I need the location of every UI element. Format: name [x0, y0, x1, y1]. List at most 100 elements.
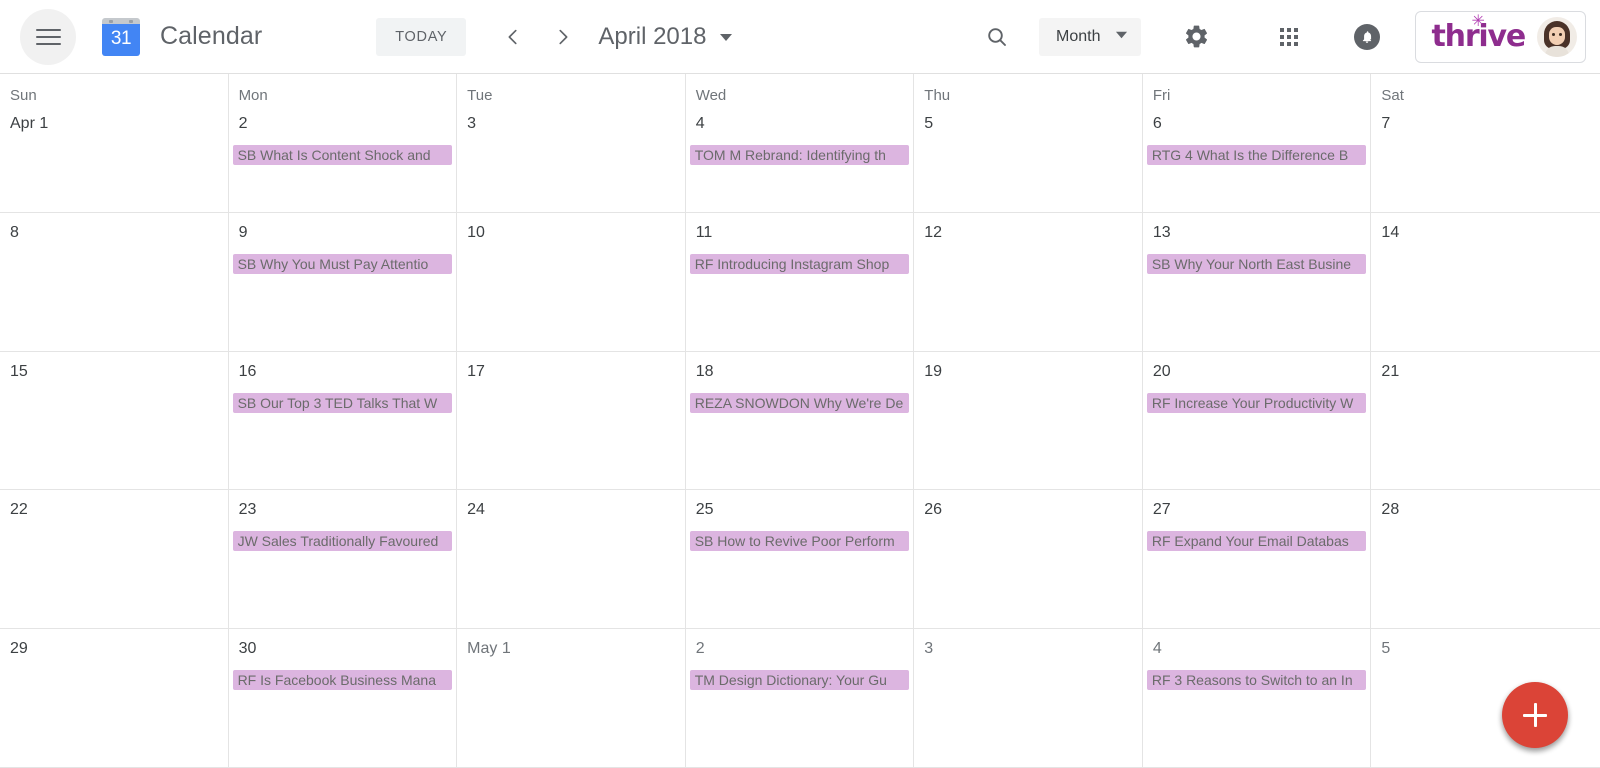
calendar-day-cell[interactable]: 4 RF 3 Reasons to Switch to an In: [1142, 629, 1372, 767]
calendar-day-cell[interactable]: 19: [914, 351, 1143, 490]
calendar-event[interactable]: RTG 4 What Is the Difference B: [1146, 145, 1367, 165]
view-mode-label: Month: [1056, 27, 1101, 45]
day-number: 15: [10, 362, 28, 380]
calendar-day-cell[interactable]: 25 SB How to Revive Poor Perform: [685, 490, 915, 629]
calendar-event[interactable]: RF Is Facebook Business Mana: [232, 670, 453, 691]
calendar-event[interactable]: RF Increase Your Productivity W: [1146, 392, 1367, 413]
day-number: 16: [238, 362, 257, 380]
calendar-day-cell[interactable]: Wed 4 TOM M Rebrand: Identifying th: [685, 74, 915, 212]
day-number: 3: [467, 115, 477, 132]
apps-grid-dots: [1279, 27, 1298, 46]
calendar-day-cell[interactable]: 5: [1371, 629, 1600, 767]
apps-grid-icon[interactable]: [1269, 17, 1309, 57]
calendar-day-cell[interactable]: 23 JW Sales Traditionally Favoured: [228, 490, 458, 629]
calendar-day-cell[interactable]: Thu 5: [914, 74, 1143, 212]
calendar-day-cell[interactable]: 26: [914, 490, 1143, 629]
calendar-day-cell[interactable]: 30 RF Is Facebook Business Mana: [228, 629, 458, 767]
calendar-event[interactable]: REZA SNOWDON Why We're De: [689, 392, 910, 413]
day-number: 24: [467, 501, 485, 519]
calendar-event[interactable]: TM Design Dictionary: Your Gu: [689, 670, 910, 691]
calendar-day-cell[interactable]: 21: [1371, 351, 1600, 490]
day-of-week-label: Fri: [1152, 87, 1171, 104]
calendar-day-cell[interactable]: 11 RF Introducing Instagram Shop: [685, 212, 915, 351]
calendar-event[interactable]: SB Why Your North East Busine: [1146, 253, 1367, 274]
day-number: 2: [695, 640, 705, 658]
calendar-day-cell[interactable]: 14: [1371, 212, 1600, 351]
calendar-day-cell[interactable]: 9 SB Why You Must Pay Attentio: [228, 212, 458, 351]
calendar-day-cell[interactable]: 3: [914, 629, 1143, 767]
calendar-week-row: 29 30 RF Is Facebook Business Mana May 1 2 TM…: [0, 629, 1600, 768]
chevron-down-icon: [1115, 28, 1128, 46]
chevron-right-icon[interactable]: [546, 20, 580, 54]
day-number: 4: [695, 115, 705, 132]
hamburger-menu-icon[interactable]: [20, 8, 76, 65]
day-number: 30: [238, 640, 257, 658]
account-brand-chip[interactable]: thrive ✳: [1414, 10, 1586, 63]
day-number: 27: [1152, 501, 1171, 519]
calendar-event[interactable]: SB What Is Content Shock and: [232, 145, 453, 165]
day-number: 28: [1381, 501, 1400, 519]
calendar-day-cell[interactable]: 15: [0, 351, 229, 490]
calendar-day-cell[interactable]: 10: [457, 212, 686, 351]
avatar-eye: [1552, 32, 1555, 36]
calendar-event[interactable]: SB Our Top 3 TED Talks That W: [232, 392, 453, 413]
day-number: 23: [238, 501, 257, 519]
day-of-week-label: Wed: [695, 87, 727, 104]
calendar-day-cell[interactable]: May 1: [457, 629, 686, 767]
calendar-day-cell[interactable]: 18 REZA SNOWDON Why We're De: [685, 351, 915, 490]
calendar-logo-icon: 31: [102, 17, 140, 56]
calendar-day-cell[interactable]: Fri 6 RTG 4 What Is the Difference B: [1142, 74, 1372, 212]
day-number: 5: [1381, 640, 1391, 658]
calendar-event[interactable]: RF 3 Reasons to Switch to an In: [1146, 670, 1367, 691]
calendar-day-cell[interactable]: 12: [914, 212, 1143, 351]
calendar-week-row: Sun Apr 1 Mon 2 SB What Is Content Shock and…: [0, 74, 1600, 213]
calendar-week-row: 8 9 SB Why You Must Pay Attentio 10 11 RF Int…: [0, 212, 1600, 352]
calendar-day-cell[interactable]: 29: [0, 629, 229, 767]
search-icon[interactable]: [977, 17, 1017, 57]
hamburger-bar: [35, 35, 61, 38]
calendar-day-cell[interactable]: 20 RF Increase Your Productivity W: [1142, 351, 1372, 490]
calendar-week-row: 15 16 SB Our Top 3 TED Talks That W 17 18 REZ…: [0, 351, 1600, 491]
day-number: 12: [924, 223, 943, 241]
calendar-event[interactable]: SB Why You Must Pay Attentio: [232, 253, 453, 274]
view-mode-selector[interactable]: Month: [1039, 17, 1141, 56]
bell-icon[interactable]: [1347, 17, 1387, 57]
calendar-day-cell[interactable]: Mon 2 SB What Is Content Shock and: [228, 74, 458, 212]
calendar-event[interactable]: RF Introducing Instagram Shop: [689, 253, 910, 274]
calendar-day-cell[interactable]: Sun Apr 1: [0, 74, 229, 212]
day-number: 9: [238, 223, 248, 241]
gear-icon[interactable]: [1177, 17, 1217, 57]
calendar-day-cell[interactable]: Sat 7: [1371, 74, 1600, 212]
today-button[interactable]: TODAY: [376, 17, 467, 56]
chevron-left-icon[interactable]: [496, 20, 530, 54]
calendar-day-cell[interactable]: 16 SB Our Top 3 TED Talks That W: [228, 351, 458, 490]
create-event-button[interactable]: [1502, 682, 1568, 748]
day-number: 20: [1152, 362, 1171, 380]
page-title: Calendar: [160, 22, 263, 50]
calendar-day-cell[interactable]: 17: [457, 351, 686, 490]
calendar-day-cell[interactable]: 24: [457, 490, 686, 629]
brand-star-icon: ✳: [1471, 10, 1485, 30]
avatar[interactable]: [1537, 16, 1577, 57]
hamburger-bar: [35, 28, 61, 31]
month-navigation: [496, 20, 580, 54]
calendar-event[interactable]: SB How to Revive Poor Perform: [689, 531, 910, 552]
calendar-week-row: 22 23 JW Sales Traditionally Favoured 24 25 S…: [0, 490, 1600, 630]
calendar-day-cell[interactable]: 22: [0, 490, 229, 629]
day-number: 4: [1152, 640, 1162, 658]
calendar-day-cell[interactable]: Tue 3: [457, 74, 686, 212]
day-number: 14: [1381, 223, 1400, 241]
calendar-event[interactable]: TOM M Rebrand: Identifying th: [689, 145, 910, 165]
calendar-event[interactable]: RF Expand Your Email Databas: [1146, 531, 1367, 552]
chevron-down-icon[interactable]: [719, 30, 733, 44]
day-of-week-label: Mon: [238, 87, 268, 104]
calendar-day-cell[interactable]: 28: [1371, 490, 1600, 629]
calendar-event[interactable]: JW Sales Traditionally Favoured: [232, 531, 453, 552]
hamburger-bar: [35, 42, 61, 45]
day-of-week-label: Sat: [1381, 87, 1404, 104]
day-number: 2: [238, 115, 248, 132]
calendar-day-cell[interactable]: 27 RF Expand Your Email Databas: [1142, 490, 1372, 629]
calendar-day-cell[interactable]: 2 TM Design Dictionary: Your Gu: [685, 629, 915, 767]
calendar-day-cell[interactable]: 8: [0, 212, 229, 351]
calendar-day-cell[interactable]: 13 SB Why Your North East Busine: [1142, 212, 1372, 351]
